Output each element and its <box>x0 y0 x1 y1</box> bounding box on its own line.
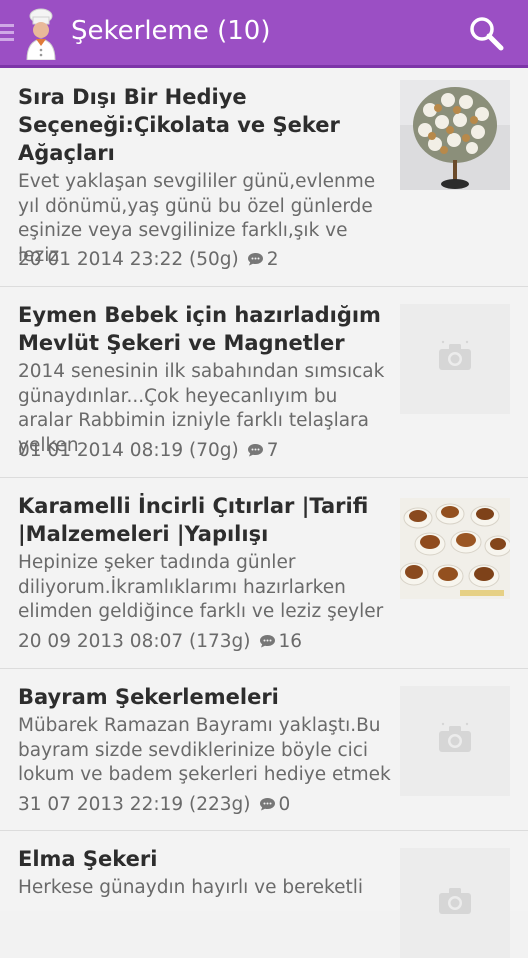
item-excerpt: Herkese günaydın hayırlı ve bereketli <box>18 877 364 898</box>
item-title: Elma Şekeri <box>18 847 158 871</box>
comment-icon <box>247 444 263 457</box>
item-date: 01 01 2014 08:19 (70g) <box>18 440 239 461</box>
recipe-thumbnail <box>400 80 510 190</box>
item-title: Eymen Bebek için hazırladığım Mevlüt Şek… <box>18 303 381 355</box>
page-title: Şekerleme (10) <box>71 16 271 46</box>
search-icon[interactable] <box>466 14 506 54</box>
recipe-list: Sıra Dışı Bir Hediye Seçeneği:Çikolata v… <box>0 68 528 958</box>
item-title: Sıra Dışı Bir Hediye Seçeneği:Çikolata v… <box>18 85 340 165</box>
item-meta: 31 07 2013 22:19 (223g) 0 <box>18 793 290 817</box>
comment-icon <box>259 798 275 811</box>
item-meta: 20 01 2014 23:22 (50g) 2 <box>18 248 279 272</box>
item-date: 20 09 2013 08:07 (173g) <box>18 631 251 652</box>
recipe-thumbnail <box>400 498 510 599</box>
list-item[interactable]: Sıra Dışı Bir Hediye Seçeneği:Çikolata v… <box>0 68 528 287</box>
item-excerpt: Hepinize şeker tadında günler diliyorum.… <box>18 552 384 622</box>
camera-icon <box>439 340 471 370</box>
item-title: Bayram Şekerlemeleri <box>18 685 279 709</box>
comment-count: 16 <box>278 631 303 652</box>
thumbnail-placeholder <box>400 686 510 796</box>
comment-icon <box>247 253 263 266</box>
item-date: 20 01 2014 23:22 (50g) <box>18 249 239 270</box>
list-item[interactable]: Eymen Bebek için hazırladığım Mevlüt Şek… <box>0 287 528 478</box>
comment-count: 2 <box>266 249 279 270</box>
comment-count: 7 <box>266 440 279 461</box>
app-bar: Şekerleme (10) <box>0 0 528 68</box>
chef-icon[interactable] <box>20 8 62 60</box>
list-item[interactable]: Bayram Şekerlemeleri Mübarek Ramazan Bay… <box>0 669 528 831</box>
thumbnail-placeholder <box>400 848 510 958</box>
comment-icon <box>259 635 275 648</box>
list-item[interactable]: Karamelli İncirli Çıtırlar |Tarifi |Malz… <box>0 478 528 669</box>
list-item[interactable]: Elma Şekeri Herkese günaydın hayırlı ve … <box>0 831 528 958</box>
menu-icon[interactable] <box>0 24 16 44</box>
item-meta: 01 01 2014 08:19 (70g) 7 <box>18 439 279 463</box>
comment-count: 0 <box>278 794 291 815</box>
item-excerpt: Mübarek Ramazan Bayramı yaklaştı.Bu bayr… <box>18 715 391 785</box>
thumbnail-placeholder <box>400 304 510 414</box>
camera-icon <box>439 722 471 752</box>
camera-icon <box>439 888 471 914</box>
item-title: Karamelli İncirli Çıtırlar |Tarifi |Malz… <box>18 494 369 546</box>
item-date: 31 07 2013 22:19 (223g) <box>18 794 251 815</box>
item-meta: 20 09 2013 08:07 (173g) 16 <box>18 630 302 654</box>
